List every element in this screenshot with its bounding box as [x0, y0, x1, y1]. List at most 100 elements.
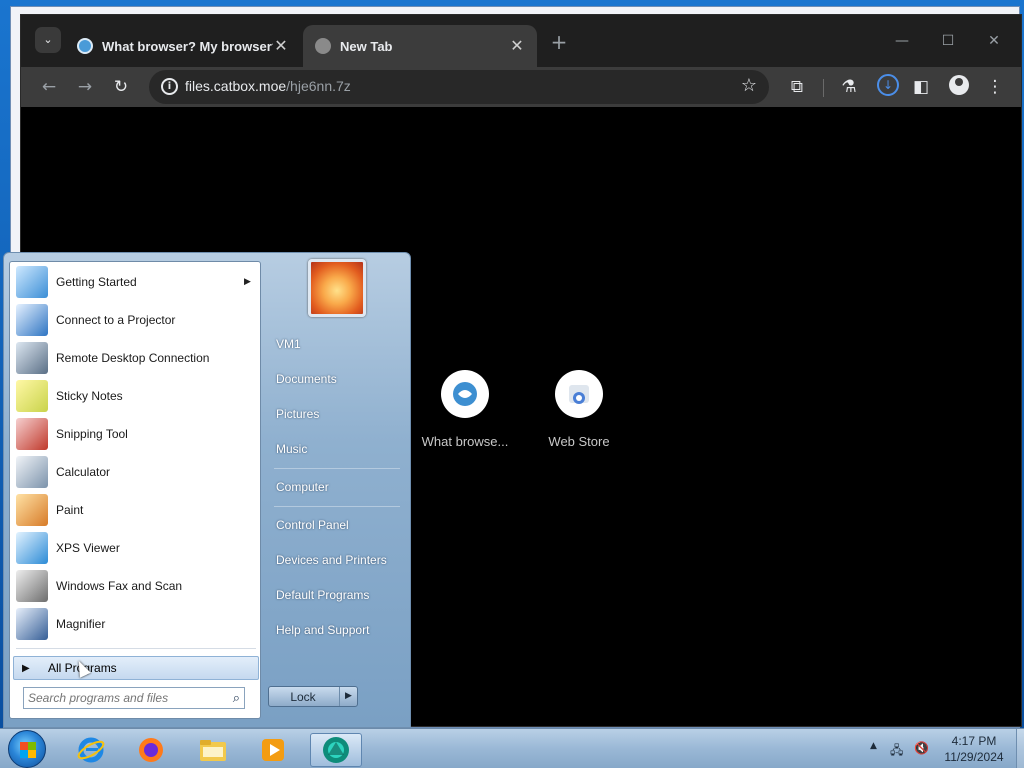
tab-title: What browser? My browser? Is: [102, 38, 273, 54]
close-window-icon[interactable]: ✕: [979, 29, 1009, 53]
shutdown-options-arrow-icon[interactable]: ▶: [339, 687, 357, 706]
program-paint[interactable]: Paint: [12, 491, 258, 529]
start-search-box[interactable]: ⌕: [23, 687, 245, 709]
program-getting-started[interactable]: Getting Started ▶: [12, 263, 258, 301]
show-desktop-button[interactable]: [1016, 729, 1024, 768]
place-music[interactable]: Music: [276, 442, 400, 456]
user-picture[interactable]: [308, 259, 366, 317]
browser-app-icon[interactable]: [310, 733, 362, 767]
program-calculator[interactable]: Calculator: [12, 453, 258, 491]
submenu-arrow-icon: ▶: [244, 277, 251, 287]
taskbar: ▲ 🖧 🔇 4:17 PM 11/29/2024: [0, 728, 1024, 768]
windows-logo-icon: [20, 742, 36, 758]
catbox-icon: [441, 370, 489, 418]
shortcut-label: What browse...: [421, 434, 509, 449]
menu-icon[interactable]: ⋮: [981, 73, 1009, 101]
show-hidden-icons-icon[interactable]: ▲: [870, 741, 877, 751]
side-panel-icon[interactable]: ◧: [907, 73, 935, 101]
tab-new-tab[interactable]: New Tab ✕: [303, 25, 537, 67]
network-icon[interactable]: 🖧: [890, 741, 903, 762]
extensions-icon[interactable]: ⧉: [783, 73, 811, 101]
program-sticky-notes[interactable]: Sticky Notes: [12, 377, 258, 415]
forward-icon[interactable]: →: [71, 73, 99, 101]
program-xps-viewer[interactable]: XPS Viewer: [12, 529, 258, 567]
tab-strip: ⌄ What browser? My browser? Is ✕ New Tab…: [21, 15, 1021, 67]
place-help-support[interactable]: Help and Support: [276, 623, 400, 637]
search-input[interactable]: [28, 690, 218, 706]
place-vm1[interactable]: VM1: [276, 337, 400, 351]
program-label: Remote Desktop Connection: [56, 351, 210, 365]
close-tab-icon[interactable]: ✕: [273, 36, 289, 56]
sticky-notes-icon: [16, 380, 48, 412]
reload-icon[interactable]: ↻: [107, 73, 135, 101]
toolbar: ← → ↻ i files.catbox.moe/hje6nn.7z ☆ ⧉ ⚗…: [21, 67, 1021, 107]
remote-desktop-icon: [16, 342, 48, 374]
program-snipping-tool[interactable]: Snipping Tool: [12, 415, 258, 453]
projector-icon: [16, 304, 48, 336]
snipping-tool-icon: [16, 418, 48, 450]
tab-what-browser[interactable]: What browser? My browser? Is ✕: [65, 25, 301, 67]
web-store-icon: [555, 370, 603, 418]
place-control-panel[interactable]: Control Panel: [276, 518, 400, 532]
start-menu: Getting Started ▶ Connect to a Projector…: [3, 252, 411, 728]
file-explorer-icon[interactable]: [192, 733, 234, 767]
program-label: Sticky Notes: [56, 389, 123, 403]
maximize-icon[interactable]: ☐: [933, 29, 963, 53]
clock-date: 11/29/2024: [944, 750, 1004, 764]
shortcut-web-store[interactable]: Web Store: [524, 370, 634, 449]
tab-title: New Tab: [340, 38, 393, 54]
program-label: XPS Viewer: [56, 541, 120, 555]
getting-started-icon: [16, 266, 48, 298]
program-magnifier[interactable]: Magnifier: [12, 605, 258, 643]
profile-avatar-icon[interactable]: [949, 75, 969, 95]
paint-icon: [16, 494, 48, 526]
program-label: Windows Fax and Scan: [56, 579, 183, 593]
calculator-icon: [16, 456, 48, 488]
all-programs-button[interactable]: ▶ All Programs: [13, 656, 259, 680]
place-pictures[interactable]: Pictures: [276, 407, 400, 421]
new-tab-button[interactable]: +: [547, 31, 571, 55]
shortcut-label: Web Store: [548, 434, 610, 449]
program-connect-projector[interactable]: Connect to a Projector: [12, 301, 258, 339]
back-icon[interactable]: ←: [35, 73, 63, 101]
tab-search-button[interactable]: ⌄: [35, 27, 61, 53]
programs-pane: Getting Started ▶ Connect to a Projector…: [9, 261, 261, 719]
program-fax-scan[interactable]: Windows Fax and Scan: [12, 567, 258, 605]
newtab-icon: [315, 38, 331, 54]
address-bar[interactable]: i files.catbox.moe/hje6nn.7z ☆: [149, 70, 769, 104]
place-computer[interactable]: Computer: [276, 480, 400, 494]
shortcut-what-browser[interactable]: What browse...: [410, 370, 520, 449]
program-label: Calculator: [56, 465, 111, 479]
search-icon[interactable]: ⌕: [233, 691, 240, 706]
close-tab-icon[interactable]: ✕: [509, 36, 525, 56]
program-label: Paint: [56, 503, 84, 517]
clock-time: 4:17 PM: [951, 734, 997, 748]
expand-arrow-icon: ▶: [22, 662, 30, 674]
url-path: /hje6nn.7z: [286, 78, 351, 94]
url-text[interactable]: files.catbox.moe/hje6nn.7z: [185, 78, 351, 94]
lock-button[interactable]: Lock ▶: [268, 686, 358, 707]
place-documents[interactable]: Documents: [276, 372, 400, 386]
clock[interactable]: 4:17 PM 11/29/2024: [938, 733, 1010, 765]
site-info-icon[interactable]: i: [161, 78, 178, 95]
programs-divider: [16, 648, 256, 649]
program-label: Getting Started: [56, 275, 137, 289]
xps-viewer-icon: [16, 532, 48, 564]
minimize-icon[interactable]: —: [887, 29, 917, 53]
place-default-programs[interactable]: Default Programs: [276, 588, 400, 602]
firefox-icon[interactable]: [130, 733, 172, 767]
internet-explorer-icon[interactable]: [70, 733, 112, 767]
bookmark-star-icon[interactable]: ☆: [741, 75, 757, 96]
lock-label: Lock: [290, 690, 316, 704]
places-divider: [274, 468, 400, 469]
media-player-icon[interactable]: [252, 733, 294, 767]
program-label: Connect to a Projector: [56, 313, 176, 327]
download-icon[interactable]: ↓: [877, 74, 899, 96]
program-remote-desktop[interactable]: Remote Desktop Connection: [12, 339, 258, 377]
program-label: Magnifier: [56, 617, 106, 631]
fax-scan-icon: [16, 570, 48, 602]
labs-icon[interactable]: ⚗: [835, 73, 863, 101]
place-devices-printers[interactable]: Devices and Printers: [276, 553, 400, 567]
start-button[interactable]: [8, 730, 46, 768]
volume-muted-icon[interactable]: 🔇: [914, 741, 929, 755]
